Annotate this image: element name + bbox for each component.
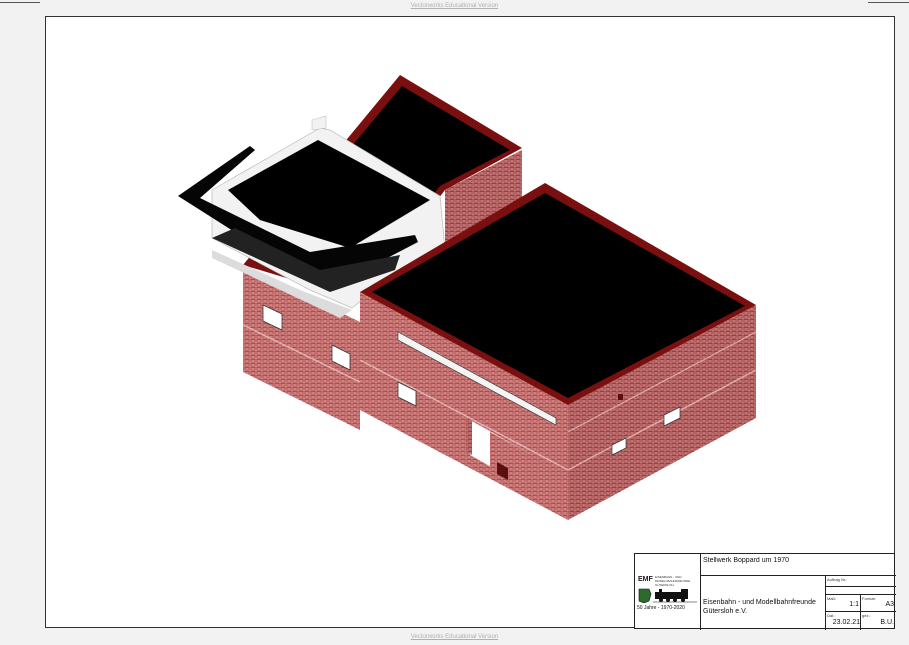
logo-subtext: EISENBAHN - UND MODELLBAHNFREUNDE GÜTERS… — [655, 575, 691, 587]
drawing-viewer: Vectorworks Educational Version Stellwer… — [0, 0, 909, 645]
side-vent — [618, 394, 623, 400]
isometric-building-drawing — [178, 75, 757, 520]
project-title: Stellwerk Boppard um 1970 — [703, 557, 789, 564]
crest-shield-icon — [638, 588, 652, 603]
author-label: gez.: — [862, 613, 871, 618]
emf-logo-text: EMF — [638, 576, 653, 583]
door-pier-left — [466, 418, 472, 455]
locomotive-logo-icon — [638, 588, 697, 603]
order-label: Auftrag Nr.: — [827, 577, 848, 582]
anniversary-text: 50 Jahre - 1970-2020 — [637, 605, 685, 611]
date-value: 23.02.21 — [832, 619, 860, 626]
author-value: B.U. — [880, 619, 894, 626]
canopy-post — [311, 115, 327, 131]
title-block: Stellwerk Boppard um 1970 Eisenbahn - un… — [634, 553, 896, 630]
scale-value: 1:1 — [849, 601, 859, 608]
watermark-bottom: Vectorworks Educational Version — [410, 634, 499, 640]
format-value: A3 — [885, 601, 894, 608]
organization-name: Eisenbahn - und Modellbahnfreunde Güters… — [703, 599, 816, 615]
date-label: Dat.: — [827, 613, 836, 618]
